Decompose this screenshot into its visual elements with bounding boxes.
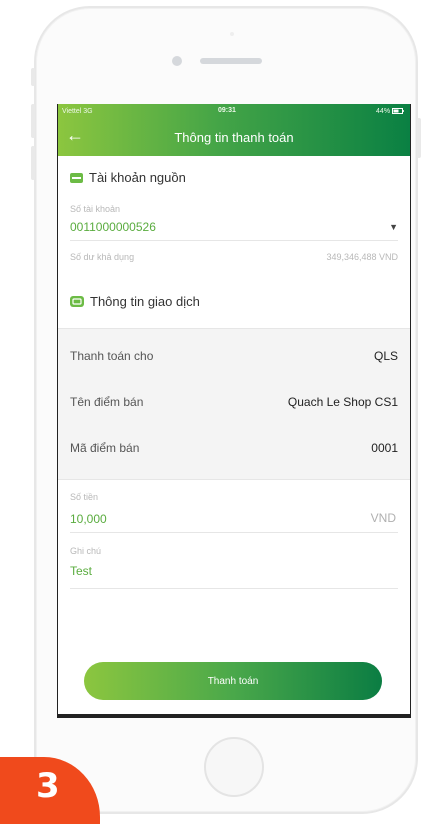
home-button[interactable] bbox=[204, 737, 264, 797]
mute-switch bbox=[31, 68, 35, 86]
amount-unit: VND bbox=[370, 511, 396, 525]
amount-input[interactable]: 10,000 bbox=[70, 512, 107, 526]
info-label: Tên điểm bán bbox=[70, 395, 144, 409]
wallet-icon bbox=[70, 172, 83, 183]
info-value: QLS bbox=[373, 349, 398, 363]
transaction-icon bbox=[70, 296, 84, 307]
transaction-info-title: Thông tin giao dịch bbox=[90, 294, 200, 309]
balance-value: 349,346,488 VND bbox=[326, 252, 398, 262]
clock: 09:31 bbox=[218, 107, 236, 114]
account-number-select[interactable]: 0011000000526 bbox=[70, 220, 156, 234]
info-label: Thanh toán cho bbox=[70, 349, 154, 363]
sensor-dot bbox=[230, 32, 234, 36]
status-bar: Viettel 3G 09:31 44% bbox=[58, 104, 410, 120]
divider bbox=[70, 588, 398, 589]
chevron-down-icon[interactable]: ▼ bbox=[389, 222, 398, 232]
step-number: 3 bbox=[36, 766, 60, 806]
note-label: Ghi chú bbox=[70, 546, 102, 556]
pay-button[interactable]: Thanh toán bbox=[84, 662, 382, 700]
power-button bbox=[417, 118, 421, 158]
transaction-info-header: Thông tin giao dịch bbox=[70, 294, 200, 309]
note-input[interactable]: Test bbox=[70, 564, 92, 578]
source-account-header: Tài khoản nguồn bbox=[70, 170, 186, 185]
info-label: Mã điểm bán bbox=[70, 441, 140, 455]
carrier-label: Viettel 3G bbox=[62, 108, 93, 115]
transaction-info-block: Thanh toán cho QLS Tên điểm bán Quach Le… bbox=[58, 328, 410, 480]
earpiece-speaker bbox=[200, 58, 262, 64]
info-value: Quach Le Shop CS1 bbox=[287, 395, 398, 409]
amount-label: Số tiền bbox=[70, 492, 99, 502]
front-camera bbox=[172, 56, 182, 66]
divider bbox=[70, 532, 398, 533]
info-value: 0001 bbox=[371, 441, 398, 455]
battery-indicator: 44% bbox=[376, 108, 404, 115]
page-title: Thông tin thanh toán bbox=[174, 130, 294, 145]
battery-percent: 44% bbox=[376, 108, 391, 115]
volume-down-button bbox=[31, 146, 35, 180]
app-bar: Viettel 3G 09:31 44% ← Thông tin thanh t… bbox=[58, 104, 410, 156]
battery-icon bbox=[392, 108, 404, 115]
divider bbox=[70, 240, 398, 241]
volume-up-button bbox=[31, 104, 35, 138]
source-account-title: Tài khoản nguồn bbox=[89, 170, 186, 185]
balance-label: Số dư khả dụng bbox=[70, 252, 135, 262]
account-number-label: Số tài khoản bbox=[70, 204, 121, 214]
app-screen: Viettel 3G 09:31 44% ← Thông tin thanh t… bbox=[57, 104, 411, 718]
